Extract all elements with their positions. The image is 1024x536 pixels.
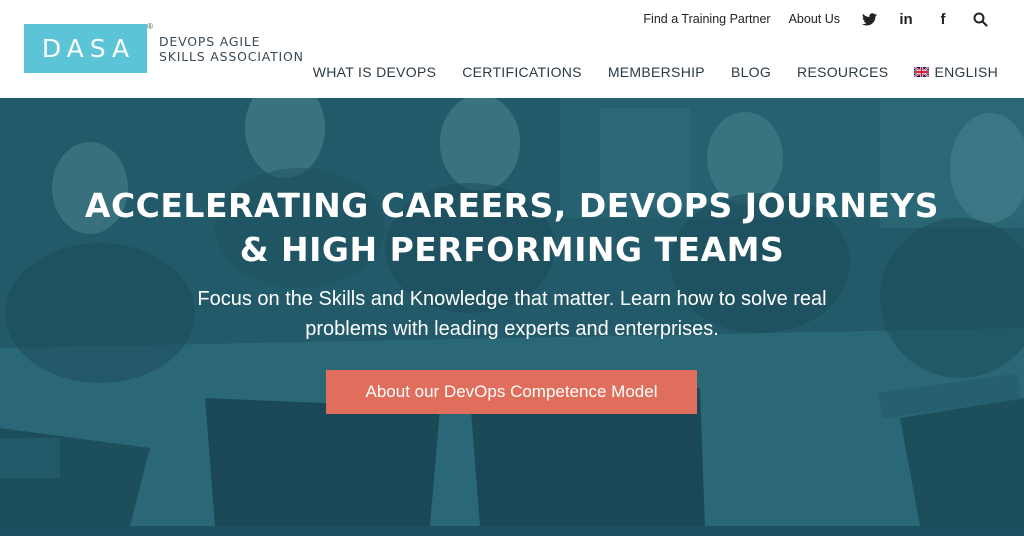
logo-text: DASA: [41, 34, 136, 63]
hero-headline-line2: & HIGH PERFORMING TEAMS: [239, 230, 785, 269]
hero-headline-line1: ACCELERATING CAREERS, DEVOPS JOURNEYS: [84, 186, 940, 225]
top-utility-bar: Find a Training Partner About Us in f: [643, 10, 990, 28]
nav-membership[interactable]: MEMBERSHIP: [608, 64, 705, 80]
twitter-icon[interactable]: [859, 10, 879, 28]
search-icon[interactable]: [970, 10, 990, 28]
language-label: ENGLISH: [934, 64, 998, 80]
about-us-link[interactable]: About Us: [789, 12, 840, 26]
nav-blog[interactable]: BLOG: [731, 64, 771, 80]
linkedin-icon[interactable]: in: [896, 10, 916, 28]
dasa-logo[interactable]: DASA: [24, 24, 147, 73]
nav-certifications[interactable]: CERTIFICATIONS: [462, 64, 582, 80]
competence-model-button[interactable]: About our DevOps Competence Model: [326, 370, 697, 414]
language-selector[interactable]: ENGLISH: [914, 64, 998, 80]
hero-subtext-line2: problems with leading experts and enterp…: [305, 318, 719, 340]
uk-flag-icon: [914, 67, 930, 77]
find-training-partner-link[interactable]: Find a Training Partner: [643, 12, 770, 26]
registered-mark: ®: [147, 22, 153, 31]
logo-subtitle-line1: DEVOPS AGILE: [159, 34, 261, 49]
main-nav: WHAT IS DEVOPS CERTIFICATIONS MEMBERSHIP…: [287, 62, 998, 82]
nav-what-is-devops[interactable]: WHAT IS DEVOPS: [313, 64, 436, 80]
hero-bottom-strip: [0, 526, 1024, 536]
hero-banner: ACCELERATING CAREERS, DEVOPS JOURNEYS & …: [0, 98, 1024, 526]
nav-resources[interactable]: RESOURCES: [797, 64, 888, 80]
facebook-icon[interactable]: f: [933, 10, 953, 28]
logo-subtitle[interactable]: DEVOPS AGILE SKILLS ASSOCIATION: [159, 34, 329, 64]
site-header: DASA ® DEVOPS AGILE SKILLS ASSOCIATION F…: [0, 0, 1024, 98]
hero-subtext: Focus on the Skills and Knowledge that m…: [0, 284, 1024, 344]
hero-headline: ACCELERATING CAREERS, DEVOPS JOURNEYS & …: [0, 184, 1024, 272]
hero-subtext-line1: Focus on the Skills and Knowledge that m…: [197, 288, 827, 310]
